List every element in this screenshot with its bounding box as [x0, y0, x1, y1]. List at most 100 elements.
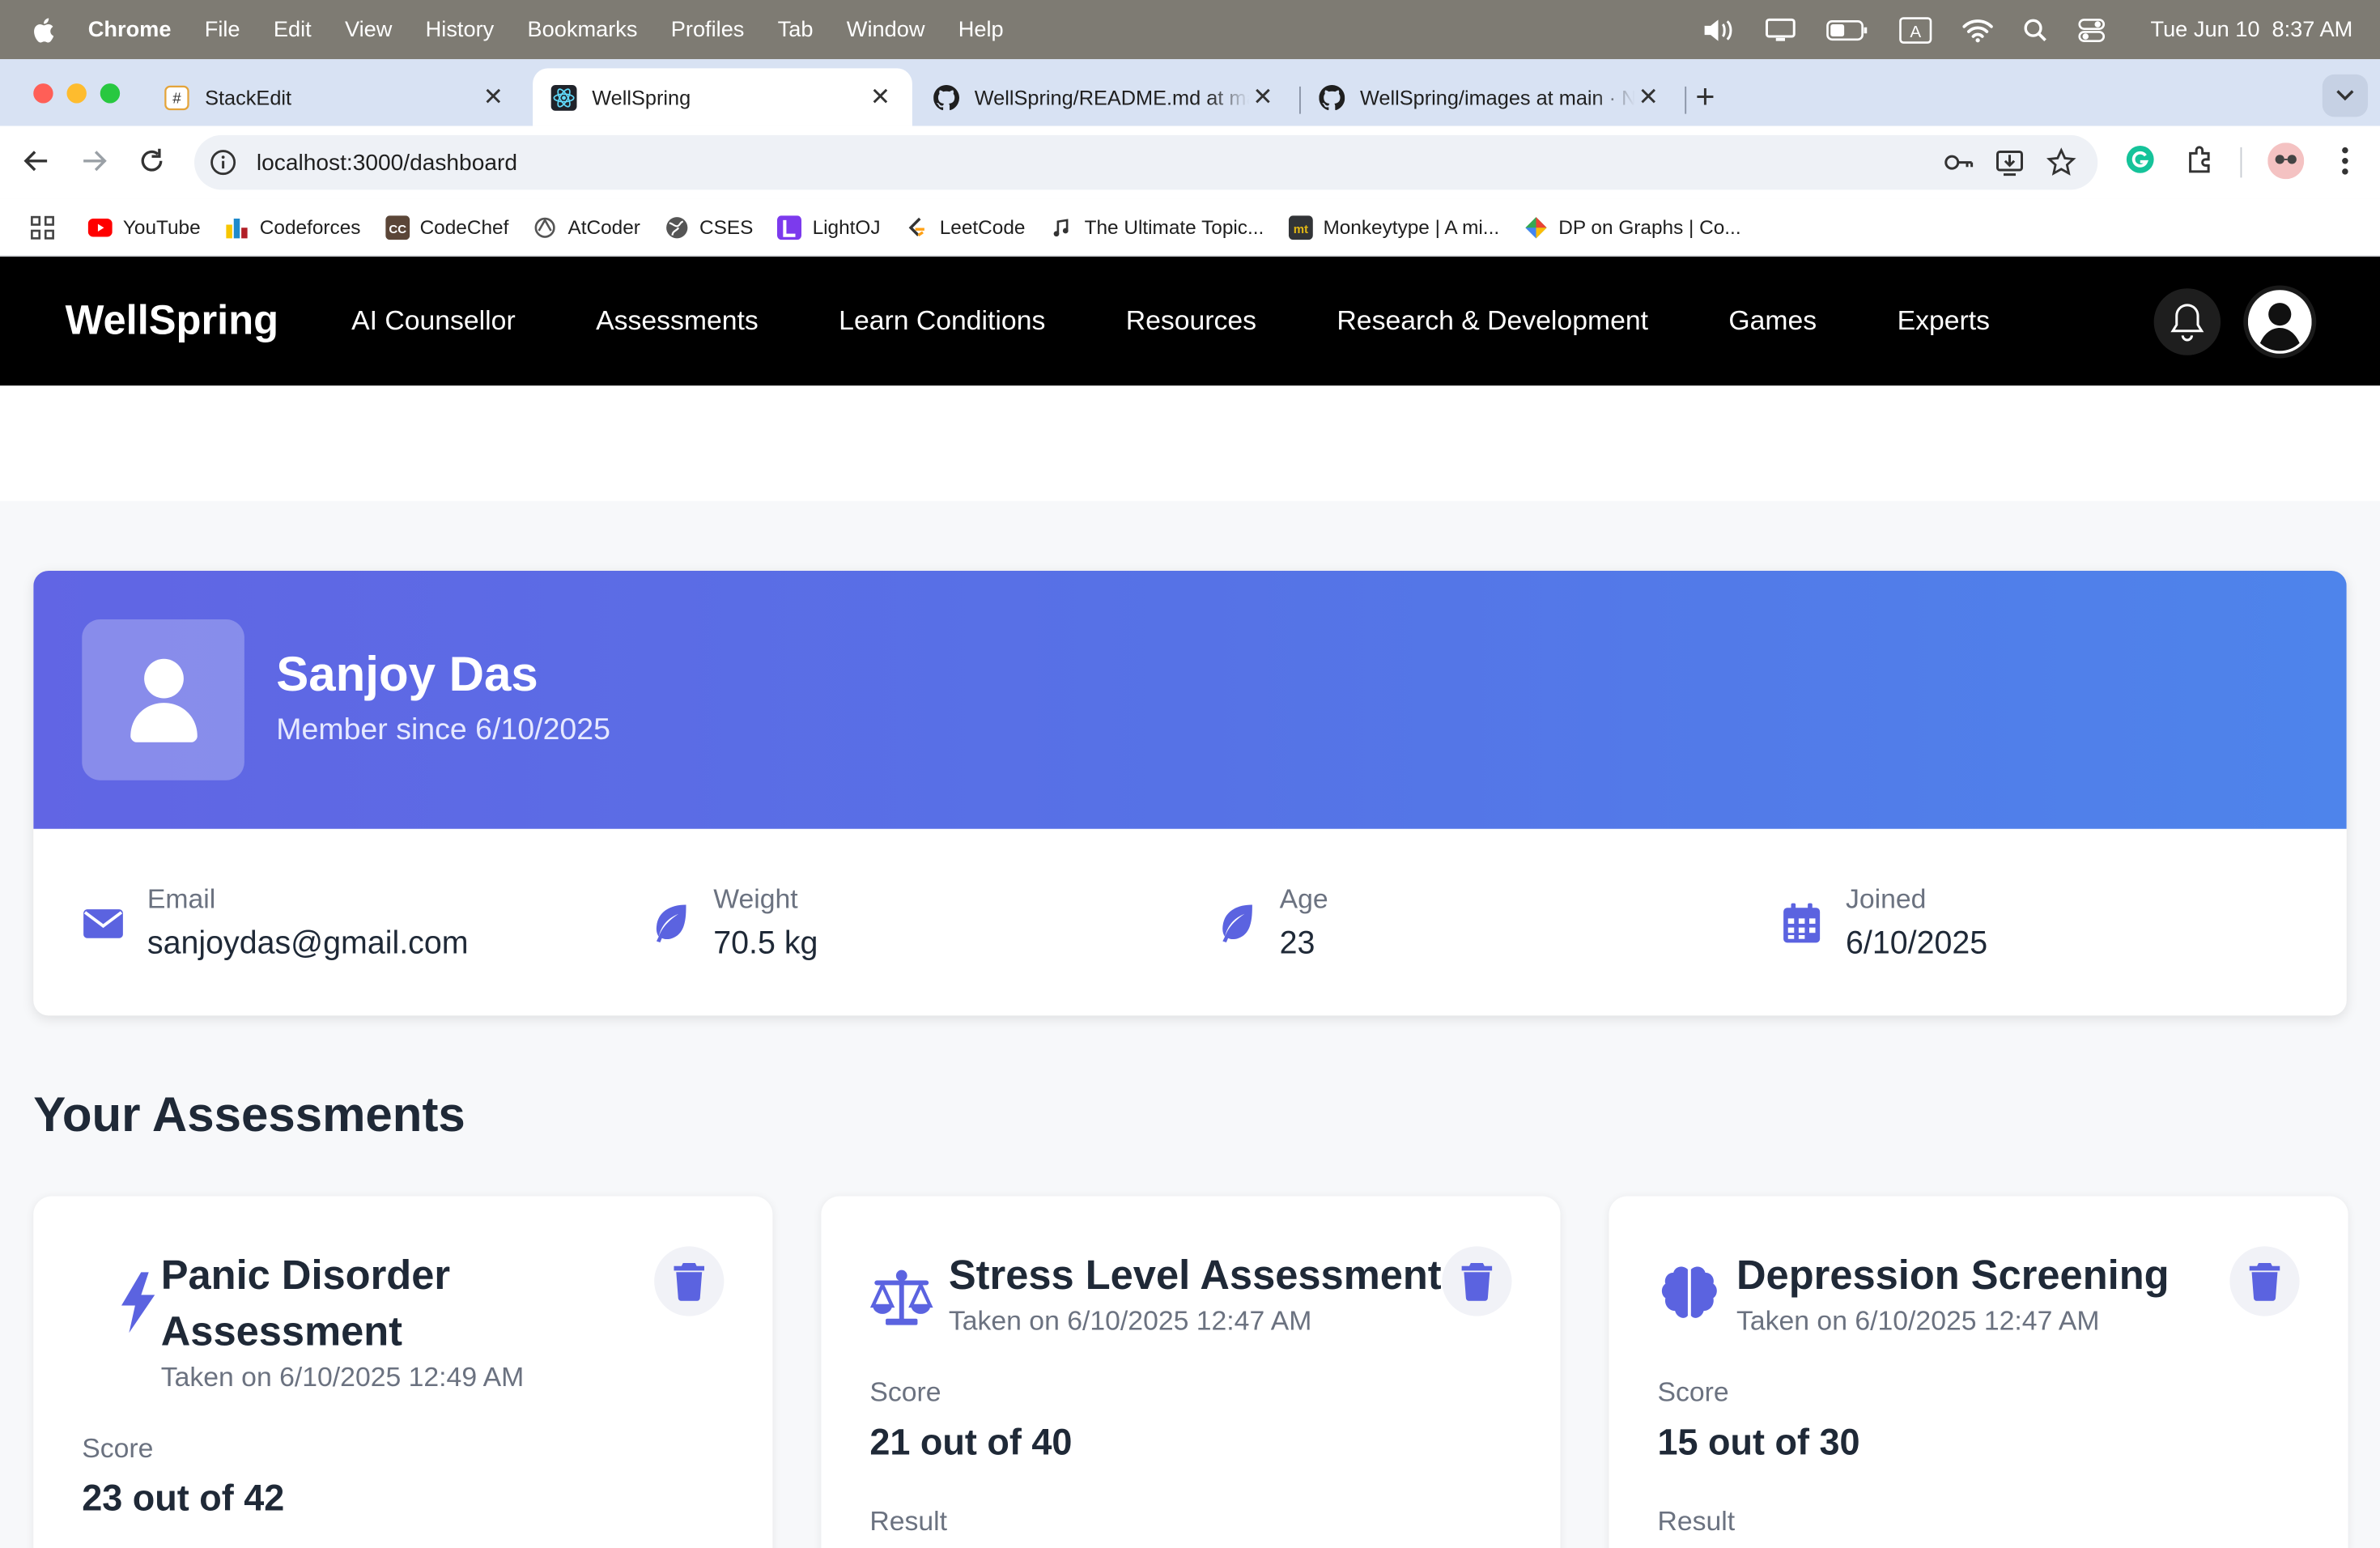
user-menu-button[interactable]: [2243, 285, 2317, 359]
bookmark-atcoder[interactable]: AtCoder: [533, 215, 640, 239]
tab-close-icon[interactable]: ✕: [1249, 82, 1277, 113]
bookmark-codeforces[interactable]: Codeforces: [225, 215, 360, 239]
nav-ai-counsellor[interactable]: AI Counsellor: [351, 305, 516, 337]
minimize-window-button[interactable]: [66, 83, 87, 104]
bookmark-codechef[interactable]: CC CodeChef: [385, 215, 508, 240]
result-label: Result: [869, 1506, 948, 1537]
url-text[interactable]: localhost:3000/dashboard: [257, 150, 517, 176]
site-info-icon[interactable]: [210, 149, 237, 176]
back-arrow-icon[interactable]: [23, 147, 50, 175]
delete-assessment-button[interactable]: [2229, 1246, 2300, 1316]
display-icon[interactable]: [1765, 17, 1796, 42]
menubar-time: 8:37 AM: [2272, 17, 2353, 42]
bookmark-leetcode[interactable]: LeetCode: [905, 215, 1026, 239]
key-icon[interactable]: [1943, 147, 1974, 178]
nav-assessments[interactable]: Assessments: [596, 305, 759, 337]
score-label: Score: [1657, 1376, 1729, 1408]
apps-grid-icon[interactable]: [31, 215, 55, 239]
menu-profiles[interactable]: Profiles: [671, 18, 745, 42]
tab-stackedit[interactable]: # StackEdit ✕: [146, 68, 525, 125]
menu-view[interactable]: View: [345, 18, 392, 42]
leaf-icon: [656, 904, 686, 942]
menu-window[interactable]: Window: [847, 18, 925, 42]
menu-edit[interactable]: Edit: [274, 18, 312, 42]
nav-games[interactable]: Games: [1728, 305, 1817, 337]
nav-resources[interactable]: Resources: [1126, 305, 1256, 337]
star-icon[interactable]: [2046, 147, 2077, 178]
reload-icon[interactable]: [138, 147, 166, 175]
bookmark-lightoj[interactable]: LightOJ: [777, 215, 881, 240]
control-center-icon[interactable]: [2077, 18, 2105, 42]
nav-experts[interactable]: Experts: [1898, 305, 1990, 337]
bookmark-monkeytype[interactable]: mt Monkeytype | A mi...: [1288, 215, 1499, 240]
grammarly-icon[interactable]: [2125, 144, 2156, 175]
tab-github-readme[interactable]: WellSpring/README.md at main · N ✕: [916, 68, 1295, 125]
menu-tab[interactable]: Tab: [778, 18, 814, 42]
browser-toolbar: localhost:3000/dashboard: [0, 125, 2380, 199]
music-note-icon: [1054, 218, 1069, 236]
new-tab-button[interactable]: +: [1695, 78, 1715, 117]
svg-text:CC: CC: [389, 222, 406, 236]
profile-avatar[interactable]: [2267, 142, 2305, 180]
tab-close-icon[interactable]: ✕: [480, 82, 508, 113]
svg-text:mt: mt: [1293, 222, 1307, 236]
wifi-icon[interactable]: [1961, 18, 1993, 42]
forward-arrow-icon[interactable]: [80, 147, 108, 175]
kebab-menu-icon[interactable]: [2340, 146, 2349, 176]
bookmark-label: YouTube: [122, 215, 201, 239]
spotlight-search-icon[interactable]: [2023, 18, 2047, 42]
bookmark-cses[interactable]: CSES: [665, 215, 754, 239]
bookmark-youtube[interactable]: YouTube: [87, 215, 201, 239]
bookmark-dp-on-graphs[interactable]: DP on Graphs | Co...: [1524, 215, 1741, 239]
menubar-clock[interactable]: Tue Jun 10 8:37 AM: [2138, 18, 2352, 42]
menu-bookmarks[interactable]: Bookmarks: [528, 18, 638, 42]
diamond-logo-icon: [1524, 216, 1547, 238]
tab-search-button[interactable]: [2322, 74, 2368, 117]
svg-text:#: #: [172, 89, 181, 106]
scale-icon: [869, 1269, 933, 1325]
browser-tab-strip: # StackEdit ✕ WellSpring ✕ WellSpring/RE…: [0, 59, 2380, 126]
menu-help[interactable]: Help: [958, 18, 1004, 42]
install-app-icon[interactable]: [1995, 147, 2025, 178]
nav-research-development[interactable]: Research & Development: [1337, 305, 1648, 337]
volume-icon[interactable]: [1701, 18, 1734, 42]
bookmark-label: LeetCode: [939, 215, 1026, 239]
extensions-puzzle-icon[interactable]: [2184, 144, 2215, 175]
calendar-icon: [1783, 903, 1821, 943]
menu-app-name[interactable]: Chrome: [88, 18, 172, 42]
toolbar-divider: [2240, 147, 2242, 178]
bolt-icon: [121, 1272, 155, 1333]
score-value: 23 out of 42: [82, 1478, 285, 1520]
apple-icon[interactable]: [31, 16, 55, 44]
close-window-button[interactable]: [33, 83, 53, 104]
address-bar[interactable]: localhost:3000/dashboard: [194, 134, 2098, 190]
trash-icon: [1461, 1263, 1493, 1301]
battery-icon[interactable]: [1825, 19, 1868, 40]
menu-history[interactable]: History: [426, 18, 495, 42]
tab-github-images[interactable]: WellSpring/images at main · N ✕: [1301, 68, 1681, 125]
chevron-down-icon: [2336, 90, 2354, 101]
brand-logo[interactable]: WellSpring: [66, 298, 278, 345]
input-source-icon[interactable]: A: [1898, 16, 1932, 44]
delete-assessment-button[interactable]: [1442, 1246, 1512, 1316]
codechef-icon: CC: [385, 215, 410, 240]
leetcode-icon: [908, 216, 924, 236]
bookmark-label: DP on Graphs | Co...: [1558, 215, 1741, 239]
bookmark-label: CSES: [699, 215, 754, 239]
menu-file[interactable]: File: [205, 18, 240, 42]
github-icon: [933, 84, 959, 110]
profile-name: Sanjoy Das: [276, 646, 538, 702]
stat-email: Email sanjoydas@gmail.com: [33, 829, 648, 1016]
score-label: Score: [869, 1376, 941, 1408]
user-icon: [130, 658, 197, 742]
nav-learn-conditions[interactable]: Learn Conditions: [839, 305, 1045, 337]
zoom-window-button[interactable]: [100, 83, 121, 104]
react-icon: [550, 84, 577, 110]
notifications-button[interactable]: [2153, 288, 2221, 355]
codeforces-icon: [226, 218, 248, 238]
tab-close-icon[interactable]: ✕: [1634, 82, 1662, 113]
tab-close-icon[interactable]: ✕: [867, 82, 895, 113]
tab-wellspring[interactable]: WellSpring ✕: [533, 68, 912, 126]
bookmark-ultimate-topic[interactable]: The Ultimate Topic...: [1049, 215, 1264, 239]
delete-assessment-button[interactable]: [654, 1246, 725, 1316]
